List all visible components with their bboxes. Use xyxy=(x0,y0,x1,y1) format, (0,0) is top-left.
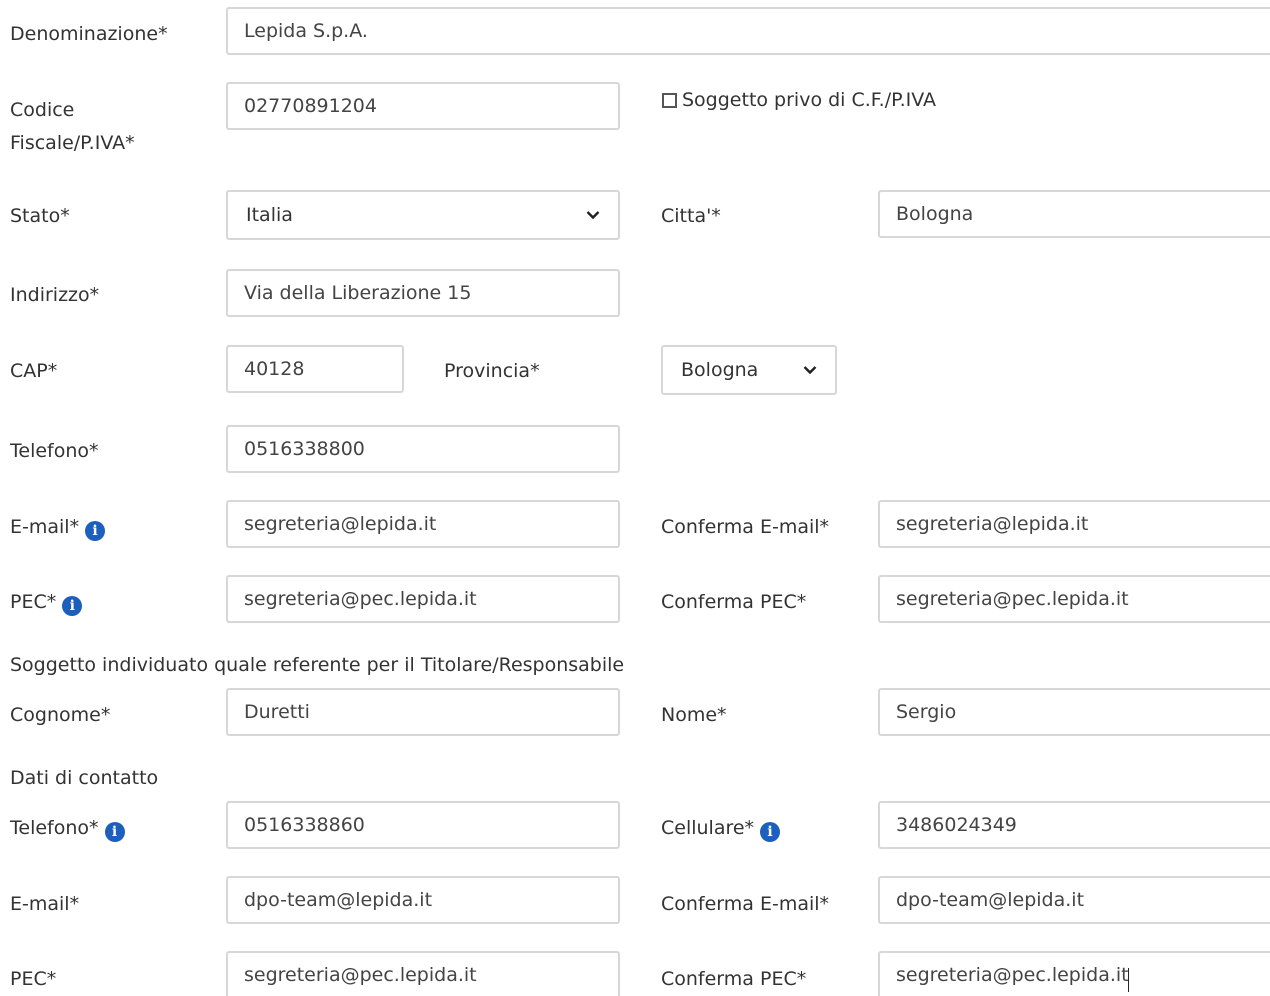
contatto-conferma-pec-input[interactable] xyxy=(878,951,1270,996)
codice-fiscale-input[interactable] xyxy=(226,82,620,130)
cellulare-input[interactable] xyxy=(878,801,1270,849)
soggetto-privo-cf-label: Soggetto privo di C.F./P.IVA xyxy=(682,89,937,111)
checkbox-box[interactable] xyxy=(662,92,677,108)
stato-selected-value: Italia xyxy=(246,204,293,226)
cap-label: CAP* xyxy=(10,360,58,382)
stato-select[interactable]: Italia xyxy=(226,190,620,240)
contatto-conferma-pec-label: Conferma PEC* xyxy=(661,968,807,990)
nome-label: Nome* xyxy=(661,704,727,726)
chevron-down-icon xyxy=(586,211,600,220)
contatto-pec-input[interactable] xyxy=(226,951,620,996)
denominazione-label: Denominazione* xyxy=(10,23,168,45)
info-circle-icon[interactable]: i xyxy=(760,822,781,842)
contatto-email-input[interactable] xyxy=(226,876,620,924)
email-label: E-mail* xyxy=(10,516,80,538)
contatto-telefono-input[interactable] xyxy=(226,801,620,849)
indirizzo-input[interactable] xyxy=(226,269,620,317)
text-cursor xyxy=(1128,968,1129,992)
contatto-telefono-label-row: Telefono* i xyxy=(10,812,125,845)
conferma-pec-input[interactable] xyxy=(878,575,1270,623)
contatto-email-label: E-mail* xyxy=(10,893,80,915)
conferma-email-input[interactable] xyxy=(878,500,1270,548)
contatto-conferma-email-input[interactable] xyxy=(878,876,1270,924)
citta-input[interactable] xyxy=(878,190,1270,238)
contatto-pec-label: PEC* xyxy=(10,968,57,990)
pec-input[interactable] xyxy=(226,575,620,623)
provincia-select[interactable]: Bologna xyxy=(661,345,837,395)
chevron-down-icon xyxy=(803,366,817,375)
info-circle-icon[interactable]: i xyxy=(85,521,106,541)
dati-contatto-heading: Dati di contatto xyxy=(10,767,159,789)
info-circle-icon[interactable]: i xyxy=(62,596,83,616)
cognome-input[interactable] xyxy=(226,688,620,736)
conferma-email-label: Conferma E-mail* xyxy=(661,516,830,538)
email-input[interactable] xyxy=(226,500,620,548)
pec-label: PEC* xyxy=(10,591,57,613)
info-circle-icon[interactable]: i xyxy=(104,822,125,842)
soggetto-privo-cf-checkbox[interactable]: Soggetto privo di C.F./P.IVA xyxy=(662,88,936,112)
contatto-conferma-email-label: Conferma E-mail* xyxy=(661,893,830,915)
email-label-row: E-mail* i xyxy=(10,511,106,544)
provincia-selected-value: Bologna xyxy=(681,359,759,381)
indirizzo-label: Indirizzo* xyxy=(10,284,100,306)
stato-label: Stato* xyxy=(10,205,70,227)
referente-heading: Soggetto individuato quale referente per… xyxy=(10,654,625,676)
telefono-input[interactable] xyxy=(226,425,620,473)
cellulare-label: Cellulare* xyxy=(661,817,755,839)
nome-input[interactable] xyxy=(878,688,1270,736)
cellulare-label-row: Cellulare* i xyxy=(661,812,781,845)
pec-label-row: PEC* i xyxy=(10,586,83,619)
citta-label: Citta'* xyxy=(661,205,721,227)
conferma-pec-label: Conferma PEC* xyxy=(661,591,807,613)
cap-input[interactable] xyxy=(226,345,404,393)
contatto-telefono-label: Telefono* xyxy=(10,817,99,839)
codice-fiscale-label: Codice Fiscale/P.IVA* xyxy=(10,99,135,154)
telefono-label: Telefono* xyxy=(10,440,99,462)
denominazione-input[interactable] xyxy=(226,7,1270,55)
provincia-label: Provincia* xyxy=(444,360,540,382)
cognome-label: Cognome* xyxy=(10,704,111,726)
